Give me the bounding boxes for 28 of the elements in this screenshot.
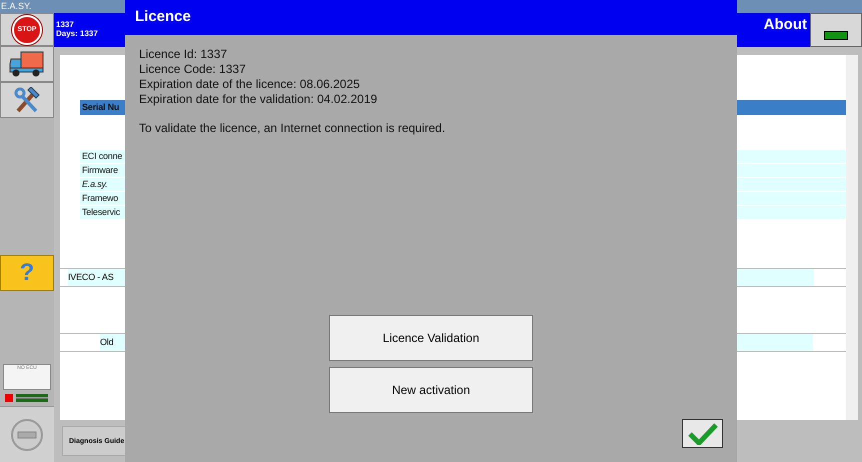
licence-info-text: Licence Id: 1337 xyxy=(139,47,228,62)
vehicle-id: 1337 xyxy=(56,20,75,29)
tools-button[interactable] xyxy=(0,82,54,118)
round-knob-icon xyxy=(10,418,44,452)
dialog-button[interactable]: Licence Validation xyxy=(329,315,533,361)
window-title: E.A.SY. xyxy=(1,1,32,11)
validation-note: To validate the licence, an Internet connection is required. xyxy=(139,121,446,136)
licence-info-text: Expiration date for the validation: 04.02.2019 xyxy=(139,92,378,107)
signal-bar-icon xyxy=(16,394,48,402)
truck-icon xyxy=(9,51,45,77)
column-header: Serial Nu xyxy=(82,102,120,112)
confirm-button[interactable] xyxy=(682,419,723,448)
info-label: E.a.sy. xyxy=(82,179,108,189)
status-led-icon xyxy=(5,394,13,402)
dialog-button[interactable]: New activation xyxy=(329,367,533,413)
battery-indicator-icon xyxy=(824,31,848,40)
tools-icon xyxy=(14,87,40,113)
checkmark-icon xyxy=(688,422,718,444)
dialog-title: Licence xyxy=(135,8,191,25)
licence-info-text: Licence Code: 1337 xyxy=(139,62,247,77)
licence-info-text: Expiration date of the licence: 08.06.2025 xyxy=(139,77,361,92)
days-counter: Days: 1337 xyxy=(56,29,98,38)
info-label: ECI conne xyxy=(82,151,122,161)
truck-button[interactable] xyxy=(0,46,54,82)
info-label: Teleservic xyxy=(82,207,120,217)
info-label: Framewo xyxy=(82,193,118,203)
info-label: Firmware xyxy=(82,165,118,175)
page-title: About xyxy=(764,15,808,35)
